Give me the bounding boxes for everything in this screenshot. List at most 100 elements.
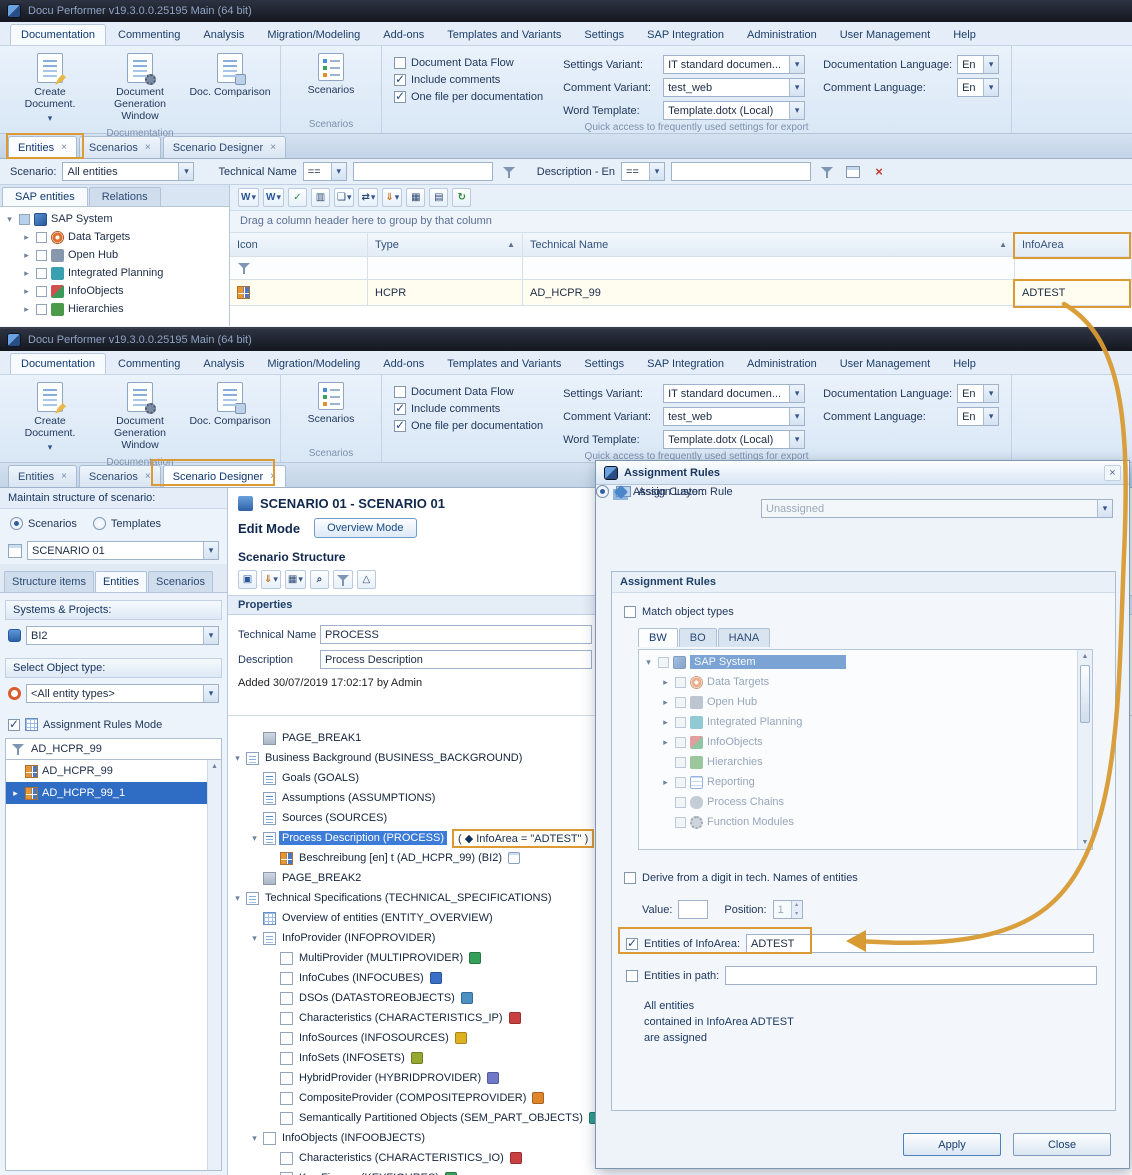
filter-editor-button[interactable]	[843, 162, 863, 182]
description-filter-button[interactable]	[817, 162, 837, 182]
word-export-button[interactable]: W▾	[238, 188, 259, 207]
scenario-type-radio[interactable]: Templates	[93, 517, 161, 530]
refresh-button[interactable]: ↻	[452, 188, 471, 207]
scrollbar[interactable]: ▲ ▼	[1077, 650, 1092, 849]
menu-item[interactable]: Analysis	[192, 353, 255, 374]
ribbon-language-dropdown[interactable]: En	[957, 384, 999, 403]
apply-button[interactable]: Apply	[903, 1133, 1001, 1156]
transfer-button[interactable]: ⇄▾	[358, 188, 378, 207]
tree-node[interactable]: Integrated Planning	[639, 712, 1092, 732]
menu-item[interactable]: Documentation	[10, 353, 106, 374]
grid-data-row[interactable]: HCPR AD_HCPR_99 ADTEST	[230, 280, 1132, 306]
export-button[interactable]: ⇓▾	[382, 188, 402, 207]
expander-icon[interactable]	[232, 753, 243, 764]
scenario-type-radio[interactable]: Scenarios	[10, 517, 77, 530]
expander-icon[interactable]	[249, 933, 260, 944]
scroll-up-icon[interactable]: ▲	[1078, 653, 1092, 660]
value-input[interactable]	[678, 900, 708, 919]
entity-filter-row[interactable]: AD_HCPR_99	[5, 738, 222, 760]
technical-name-input[interactable]	[320, 625, 592, 644]
system-type-tab[interactable]: BO	[679, 628, 717, 647]
menu-item[interactable]: Analysis	[192, 24, 255, 45]
menu-item[interactable]: Documentation	[10, 24, 106, 45]
scroll-thumb[interactable]	[1080, 665, 1090, 723]
doc-comparison-button[interactable]: Doc. Comparison	[186, 379, 274, 455]
expander-icon[interactable]	[660, 737, 671, 748]
expander-icon[interactable]	[660, 697, 671, 708]
menu-item[interactable]: Migration/Modeling	[256, 353, 371, 374]
scenario-select-dropdown[interactable]: SCENARIO 01	[27, 541, 219, 560]
document-tab[interactable]: Scenarios ×	[79, 136, 161, 158]
ribbon-checkbox[interactable]: Document Data Flow	[394, 386, 543, 398]
filter-cell[interactable]	[230, 257, 368, 280]
layer-dropdown[interactable]: Unassigned	[761, 499, 1113, 518]
expander-icon[interactable]	[249, 833, 260, 844]
menu-item[interactable]: Help	[942, 353, 987, 374]
description-input[interactable]	[320, 650, 592, 669]
node-checkbox[interactable]	[19, 214, 30, 225]
description-filter-input[interactable]	[671, 162, 811, 181]
ribbon-language-dropdown[interactable]: En	[957, 78, 999, 97]
document-generation-window-button[interactable]: Document Generation Window	[96, 50, 184, 126]
overview-mode-button[interactable]: Overview Mode	[314, 518, 416, 538]
assignment-rules-mode-checkbox[interactable]: Assignment Rules Mode	[0, 709, 227, 738]
tree-node[interactable]: InfoObjects	[639, 732, 1092, 752]
ribbon-checkbox[interactable]: One file per documentation	[394, 420, 543, 432]
menu-item[interactable]: SAP Integration	[636, 353, 735, 374]
ribbon-field-dropdown[interactable]: Template.dotx (Local)	[663, 101, 805, 120]
ribbon-checkbox[interactable]: Document Data Flow	[394, 57, 543, 69]
tree-node[interactable]: Function Modules	[639, 812, 1092, 832]
menu-item[interactable]: SAP Integration	[636, 24, 735, 45]
expander-icon[interactable]	[21, 304, 32, 315]
menu-item[interactable]: Administration	[736, 353, 828, 374]
derive-digit-checkbox[interactable]: Derive from a digit in tech. Names of en…	[624, 872, 858, 884]
filter-cell[interactable]	[368, 257, 523, 280]
dialog-close-button[interactable]: ×	[1104, 465, 1121, 481]
expander-icon[interactable]	[21, 286, 32, 297]
path-input[interactable]	[725, 966, 1097, 985]
entity-list-item[interactable]: AD_HCPR_99_1	[6, 782, 221, 804]
comments-button[interactable]: ❑▾	[334, 188, 355, 207]
menu-item[interactable]: Commenting	[107, 24, 191, 45]
technical-name-filter-button[interactable]	[499, 162, 519, 182]
doc-comparison-button[interactable]: Doc. Comparison	[186, 50, 274, 126]
document-tab[interactable]: Scenario Designer ×	[163, 465, 286, 487]
ribbon-field-dropdown[interactable]: Template.dotx (Local)	[663, 430, 805, 449]
ribbon-checkbox[interactable]: Include comments	[394, 74, 543, 86]
column-header-infoarea[interactable]: InfoArea	[1015, 233, 1132, 257]
panel-tab[interactable]: SAP entities	[2, 187, 88, 206]
panel-tab[interactable]: Scenarios	[148, 571, 213, 592]
tree-node[interactable]: Hierarchies	[0, 300, 229, 318]
export-button[interactable]: ⇓▾	[261, 570, 281, 589]
close-icon[interactable]: ×	[145, 142, 151, 153]
tree-node[interactable]: Data Targets	[639, 672, 1092, 692]
column-header-type[interactable]: Type▲	[368, 233, 523, 257]
create-document-button[interactable]: Create Document.▾	[6, 50, 94, 126]
system-dropdown[interactable]: BI2	[26, 626, 219, 645]
expander-icon[interactable]	[643, 657, 654, 668]
close-icon[interactable]: ×	[270, 471, 276, 482]
node-checkbox[interactable]	[675, 677, 686, 688]
close-icon[interactable]: ×	[61, 471, 67, 482]
system-type-tab[interactable]: HANA	[718, 628, 771, 647]
technical-name-filter-input[interactable]	[353, 162, 493, 181]
tree-node[interactable]: InfoObjects	[0, 282, 229, 300]
node-checkbox[interactable]	[675, 697, 686, 708]
node-checkbox[interactable]	[36, 232, 47, 243]
expander-icon[interactable]	[4, 214, 15, 225]
scrollbar[interactable]	[207, 760, 221, 1170]
node-checkbox[interactable]	[675, 717, 686, 728]
copy-grid-button[interactable]: ▦	[406, 188, 425, 207]
tree-node[interactable]: Integrated Planning	[0, 264, 229, 282]
clear-filter-button[interactable]: ×	[869, 162, 889, 182]
expander-icon[interactable]	[660, 677, 671, 688]
tree-node[interactable]: SAP System	[639, 652, 1092, 672]
node-checkbox[interactable]	[36, 268, 47, 279]
close-icon[interactable]: ×	[61, 142, 67, 153]
scenarios-button[interactable]: Scenarios	[287, 50, 375, 117]
expander-icon[interactable]	[21, 250, 32, 261]
expander-icon[interactable]	[232, 893, 243, 904]
close-button[interactable]: Close	[1013, 1133, 1111, 1156]
columns-button[interactable]: ▥	[311, 188, 330, 207]
layout-button[interactable]: ▦▾	[285, 570, 306, 589]
